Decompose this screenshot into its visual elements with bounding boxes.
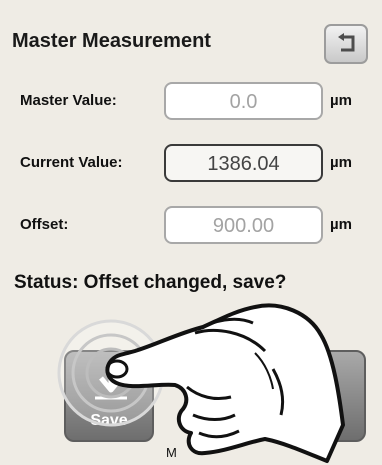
secondary-button[interactable] <box>302 350 366 442</box>
offset-field[interactable]: 900.00 <box>164 206 323 244</box>
status-message: Status: Offset changed, save? <box>14 272 287 293</box>
save-button[interactable]: Save <box>64 350 154 442</box>
offset-label: Offset: <box>20 216 69 233</box>
current-value-field: 1386.04 <box>164 144 323 182</box>
master-measurement-screen: Master Measurement Master Value: 0.0 µm … <box>0 0 382 465</box>
master-value-label: Master Value: <box>20 92 117 109</box>
save-download-icon <box>95 366 127 400</box>
back-button[interactable] <box>324 24 368 64</box>
master-value-unit: µm <box>330 92 352 109</box>
bottom-caption: M <box>166 445 177 460</box>
current-value-label: Current Value: <box>20 154 123 171</box>
current-value-unit: µm <box>330 154 352 171</box>
offset-unit: µm <box>330 216 352 233</box>
back-arrow-icon <box>338 33 355 52</box>
master-value-field[interactable]: 0.0 <box>164 82 323 120</box>
save-button-label: Save <box>90 412 128 429</box>
page-title: Master Measurement <box>12 30 211 52</box>
